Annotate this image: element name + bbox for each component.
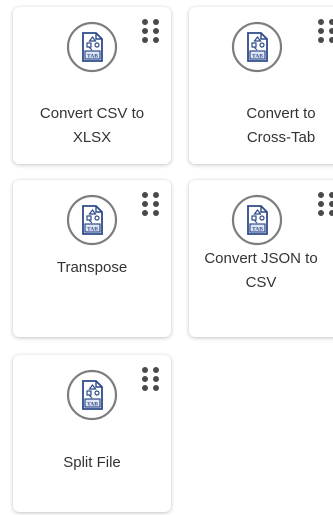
card-transpose[interactable]: TAB Transpose [13, 180, 171, 337]
drag-handle-icon[interactable] [142, 192, 160, 218]
card-label: Transpose [56, 259, 128, 276]
card-split-file[interactable]: TAB Split File [13, 355, 171, 512]
svg-text:TAB: TAB [252, 226, 263, 232]
tab-file-icon: TAB [66, 369, 118, 421]
drag-handle-icon[interactable] [318, 192, 333, 218]
card-convert-csv-to-xlsx[interactable]: TAB Convert CSV to XLSX [13, 7, 171, 164]
drag-handle-icon[interactable] [142, 367, 160, 393]
card-convert-json-to-csv[interactable]: TAB Convert JSON to CSV [189, 180, 333, 337]
svg-text:TAB: TAB [252, 53, 263, 59]
tab-file-icon: TAB [66, 21, 118, 73]
drag-handle-icon[interactable] [318, 19, 333, 45]
svg-text:TAB: TAB [87, 226, 98, 232]
svg-text:TAB: TAB [87, 401, 98, 407]
drag-handle-icon[interactable] [142, 19, 160, 45]
card-label: Split File [63, 454, 121, 471]
tab-file-icon: TAB [66, 194, 118, 246]
card-label: Convert to Cross-Tab [246, 105, 316, 146]
card-label: Convert JSON to CSV [204, 250, 318, 291]
tab-file-icon: TAB [231, 21, 283, 73]
card-convert-to-cross-tab[interactable]: TAB Convert to Cross-Tab [189, 7, 333, 164]
svg-text:TAB: TAB [87, 53, 98, 59]
tab-file-icon: TAB [231, 194, 283, 246]
card-label: Convert CSV to XLSX [39, 105, 145, 146]
